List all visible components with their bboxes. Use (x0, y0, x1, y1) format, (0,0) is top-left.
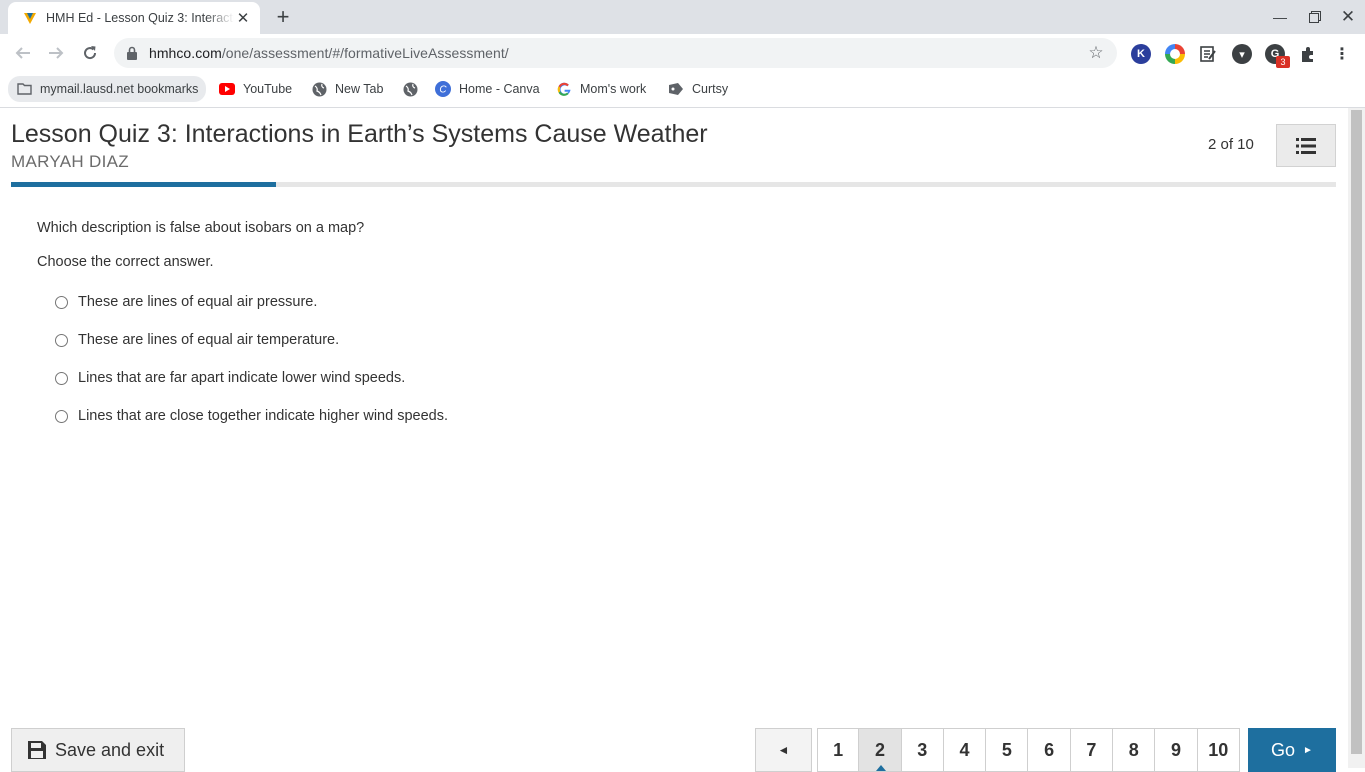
answer-option-4[interactable]: Lines that are close together indicate h… (55, 406, 448, 426)
back-icon[interactable] (12, 42, 34, 64)
extension-badge: 3 (1276, 56, 1290, 68)
question-counter: 2 of 10 (1208, 136, 1254, 153)
lock-icon (127, 46, 137, 60)
radio-button[interactable] (55, 371, 68, 385)
close-window-icon[interactable]: ✕ (1336, 6, 1360, 28)
folder-icon (16, 81, 32, 97)
scrollbar-thumb[interactable] (1351, 110, 1362, 754)
bookmark-star-icon[interactable]: ☆ (1087, 44, 1105, 62)
radio-button[interactable] (55, 295, 68, 309)
tab-title: HMH Ed - Lesson Quiz 3: Interactions in … (46, 11, 234, 25)
progress-bar (11, 182, 1336, 187)
assessment-page: Lesson Quiz 3: Interactions in Earth’s S… (0, 108, 1348, 772)
answer-option-2[interactable]: These are lines of equal air temperature… (55, 330, 339, 350)
color-extension-icon[interactable] (1165, 44, 1185, 64)
page-button[interactable]: 7 (1070, 728, 1114, 772)
page-button[interactable]: 5 (986, 728, 1029, 772)
page-button[interactable]: 4 (943, 728, 987, 772)
extensions-puzzle-icon[interactable] (1298, 44, 1318, 64)
page-button[interactable]: 10 (1197, 728, 1240, 772)
menu-kebab-icon[interactable]: ⋮ (1332, 44, 1352, 64)
question-text: Which description is false about isobars… (37, 220, 365, 236)
shield-extension-icon[interactable]: ▾ (1232, 44, 1252, 64)
go-button[interactable]: Go ► (1248, 728, 1336, 772)
address-bar[interactable]: hmhco.com/one/assessment/#/formativeLive… (114, 38, 1117, 68)
progress-fill (11, 182, 276, 187)
page-button[interactable]: 6 (1028, 728, 1071, 772)
bookmark-mymail[interactable]: mymail.lausd.net bookmarks (8, 76, 207, 102)
youtube-icon (219, 81, 235, 97)
save-disk-icon (28, 741, 46, 759)
reload-icon[interactable] (79, 42, 101, 64)
save-and-exit-button[interactable]: Save and exit (11, 728, 185, 772)
page-button[interactable]: 1 (817, 728, 860, 772)
bookmarks-bar: mymail.lausd.net bookmarks YouTube New T… (0, 72, 1365, 108)
close-tab-icon[interactable]: ✕ (234, 9, 252, 27)
notes-extension-icon[interactable] (1198, 44, 1218, 64)
page-button[interactable]: 9 (1155, 728, 1198, 772)
answer-option-1[interactable]: These are lines of equal air pressure. (55, 292, 317, 312)
bookmark-globe[interactable] (402, 78, 426, 100)
url-text: hmhco.com/one/assessment/#/formativeLive… (149, 45, 509, 61)
page-scrollbar[interactable] (1348, 108, 1365, 768)
page-button[interactable]: 3 (901, 728, 944, 772)
globe-icon (402, 81, 418, 97)
browser-tab[interactable]: HMH Ed - Lesson Quiz 3: Interactions in … (8, 2, 260, 34)
answer-instruction: Choose the correct answer. (37, 254, 214, 270)
tag-icon (668, 81, 684, 97)
google-icon (556, 81, 572, 97)
answer-option-3[interactable]: Lines that are far apart indicate lower … (55, 368, 405, 388)
page-title: Lesson Quiz 3: Interactions in Earth’s S… (11, 120, 708, 148)
radio-button[interactable] (55, 409, 68, 423)
question-list-button[interactable] (1276, 124, 1336, 167)
bookmark-curtsy[interactable]: Curtsy (668, 78, 728, 100)
page-button[interactable]: 8 (1113, 728, 1156, 772)
minimize-icon[interactable]: — (1268, 6, 1292, 28)
restore-icon[interactable] (1303, 6, 1327, 28)
page-button-current[interactable]: 2 (859, 728, 902, 772)
play-arrow-icon: ► (1303, 744, 1313, 756)
bookmark-new-tab[interactable]: New Tab (311, 78, 383, 100)
bookmark-canva[interactable]: C Home - Canva (435, 78, 540, 100)
bookmark-moms-work[interactable]: Mom's work (556, 78, 646, 100)
svg-text:C: C (439, 85, 447, 96)
bookmark-youtube[interactable]: YouTube (219, 78, 292, 100)
previous-question-button[interactable]: ◄ (755, 728, 812, 772)
tab-strip: HMH Ed - Lesson Quiz 3: Interactions in … (0, 0, 1365, 34)
globe-icon (311, 81, 327, 97)
browser-toolbar: hmhco.com/one/assessment/#/formativeLive… (0, 34, 1365, 72)
hmh-favicon-icon (24, 13, 36, 24)
radio-button[interactable] (55, 333, 68, 347)
list-icon (1296, 137, 1316, 154)
new-tab-button[interactable]: + (272, 4, 294, 29)
student-name: MARYAH DIAZ (11, 152, 129, 171)
canva-icon: C (435, 81, 451, 97)
forward-icon[interactable] (45, 42, 67, 64)
question-pagination: 1 2 3 4 5 6 7 8 9 10 (817, 728, 1240, 772)
k-extension-icon[interactable]: K (1131, 44, 1151, 64)
